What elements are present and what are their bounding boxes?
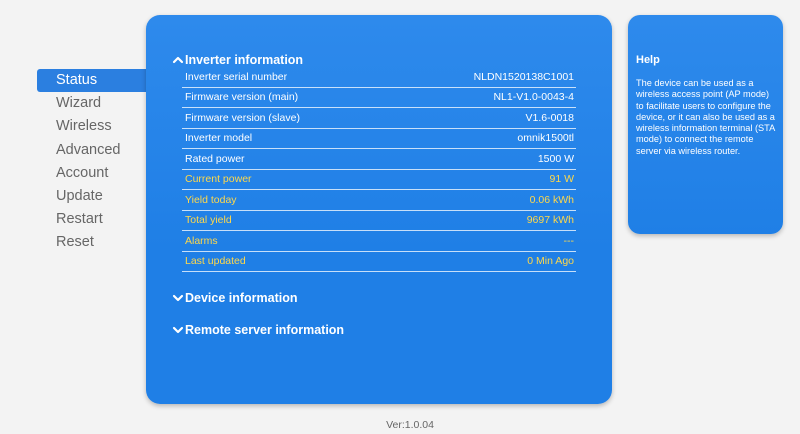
inverter-info-title: Inverter information — [185, 53, 304, 67]
row-label: Inverter serial number — [185, 70, 288, 83]
row-value: 91 W — [549, 173, 574, 186]
row-value: NLDN1520138C1001 — [473, 70, 574, 83]
table-row: Inverter serial number NLDN1520138C1001 — [182, 67, 576, 88]
row-value: 0.06 kWh — [529, 193, 574, 206]
row-label: Firmware version (main) — [185, 91, 299, 104]
row-label: Firmware version (slave) — [185, 111, 300, 124]
device-info-title: Device information — [185, 291, 298, 305]
nav-item-update[interactable]: Update — [37, 185, 147, 208]
help-panel: Help The device can be used as a wireles… — [628, 15, 783, 234]
inverter-info-table: Inverter serial number NLDN1520138C1001 F… — [182, 67, 576, 272]
table-row: Alarms --- — [182, 231, 576, 252]
version-label: Ver:1.0.04 — [386, 419, 434, 431]
inverter-info-header[interactable]: Inverter information — [172, 53, 303, 67]
remote-server-info-title: Remote server information — [185, 323, 345, 337]
table-row: Firmware version (slave) V1.6-0018 — [182, 108, 576, 129]
table-row: Firmware version (main) NL1-V1.0-0043-4 — [182, 88, 576, 108]
row-label: Last updated — [185, 255, 246, 268]
row-value: --- — [563, 234, 575, 247]
help-text: The device can be used as a wireless acc… — [636, 78, 775, 156]
sidebar-nav: Status Wizard Wireless Advanced Account … — [37, 69, 147, 255]
help-title: Help — [636, 54, 660, 66]
remote-server-info-header[interactable]: Remote server information — [172, 323, 344, 337]
row-value: V1.6-0018 — [525, 111, 574, 124]
nav-item-account[interactable]: Account — [37, 162, 147, 185]
main-panel: Inverter information Inverter serial num… — [146, 15, 612, 404]
table-row: Total yield 9697 kWh — [182, 211, 576, 231]
nav-item-restart[interactable]: Restart — [37, 208, 147, 231]
table-row: Inverter model omnik1500tl — [182, 129, 576, 149]
device-info-header[interactable]: Device information — [172, 291, 298, 305]
row-value: 1500 W — [537, 152, 574, 165]
table-row: Rated power 1500 W — [182, 149, 576, 170]
row-label: Current power — [185, 173, 252, 186]
nav-item-advanced[interactable]: Advanced — [37, 139, 147, 162]
nav-item-reset[interactable]: Reset — [37, 231, 147, 254]
row-value: 0 Min Ago — [527, 255, 574, 268]
row-label: Rated power — [185, 152, 245, 165]
nav-item-wireless[interactable]: Wireless — [37, 115, 147, 138]
row-label: Yield today — [185, 193, 237, 206]
row-label: Alarms — [185, 234, 218, 247]
chevron-down-icon — [172, 325, 184, 335]
nav-item-status[interactable]: Status — [37, 69, 147, 93]
table-row: Yield today 0.06 kWh — [182, 190, 576, 211]
row-label: Inverter model — [185, 132, 253, 145]
row-value: NL1-V1.0-0043-4 — [493, 91, 574, 104]
table-row: Current power 91 W — [182, 170, 576, 190]
table-row: Last updated 0 Min Ago — [182, 252, 576, 272]
row-value: 9697 kWh — [526, 214, 574, 227]
chevron-up-icon — [172, 55, 184, 65]
chevron-down-icon — [172, 293, 184, 303]
nav-item-wizard[interactable]: Wizard — [37, 92, 147, 115]
row-label: Total yield — [185, 214, 232, 227]
row-value: omnik1500tl — [517, 132, 574, 145]
